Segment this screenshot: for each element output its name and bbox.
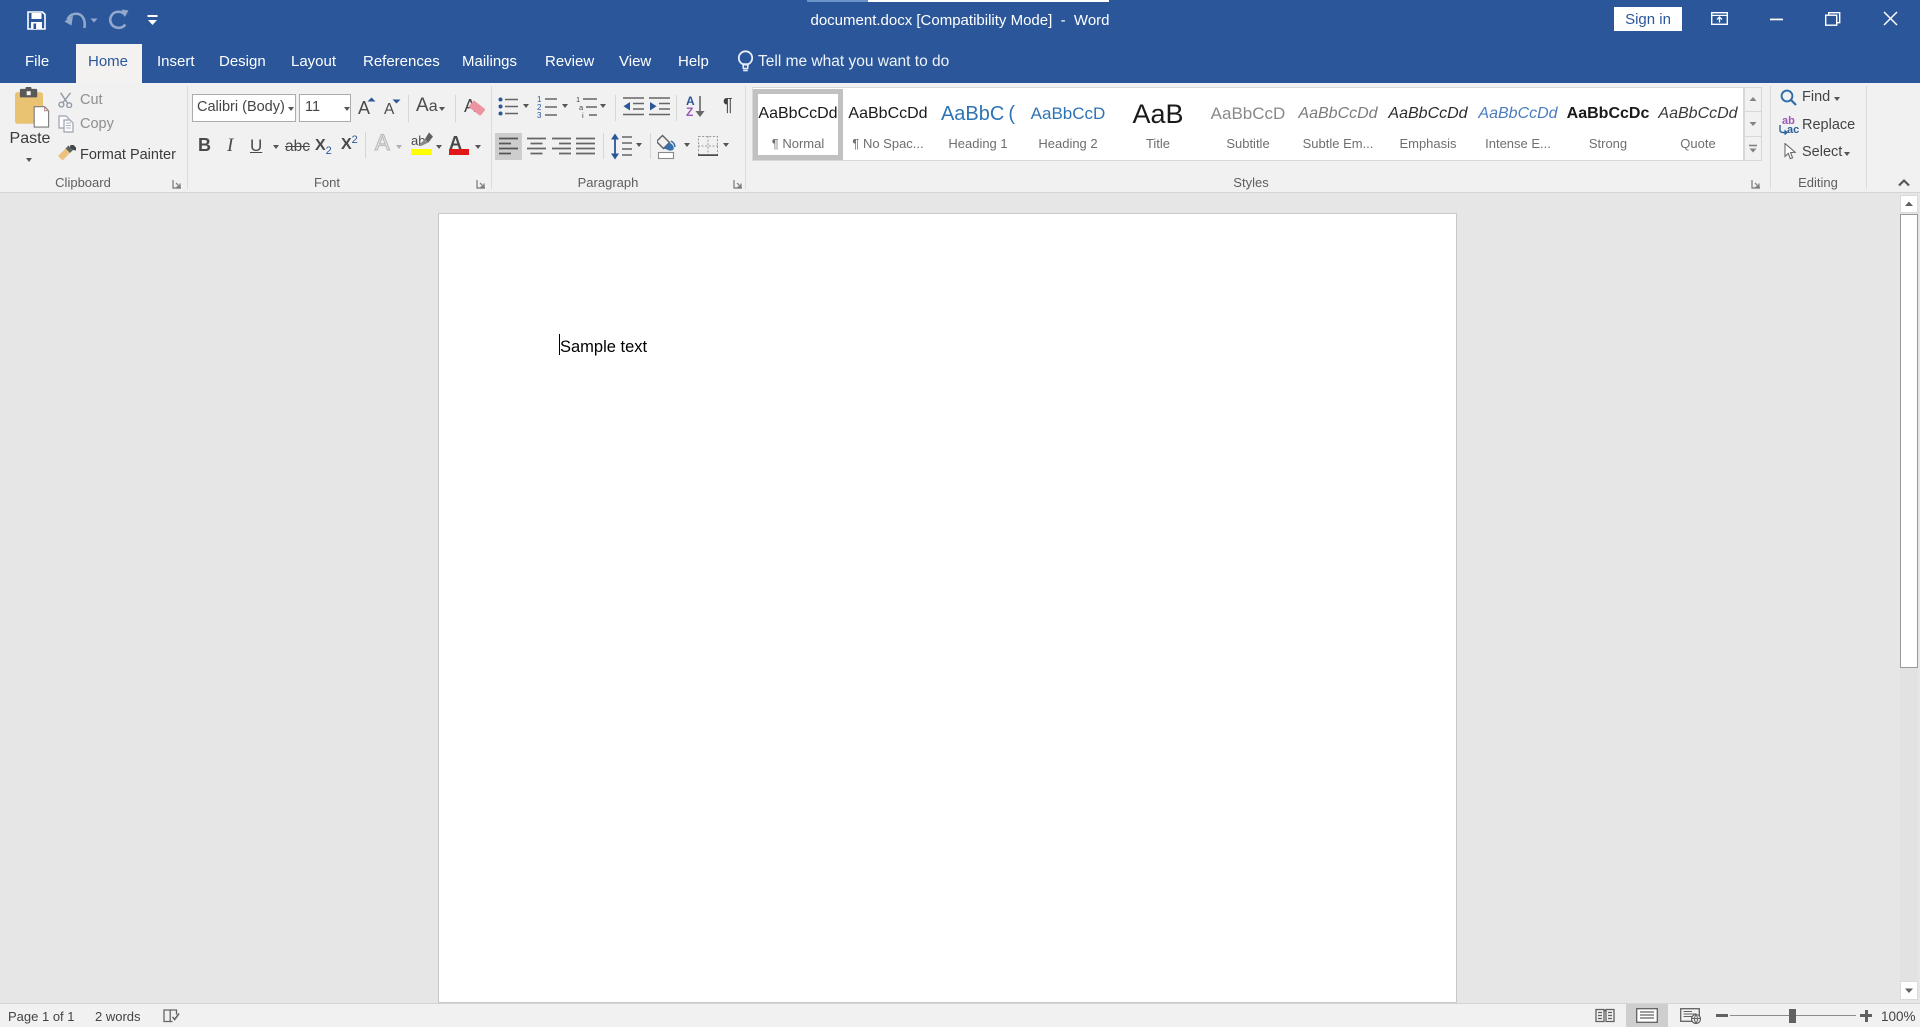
svg-text:i: i xyxy=(582,111,584,118)
svg-text:3: 3 xyxy=(537,111,542,118)
